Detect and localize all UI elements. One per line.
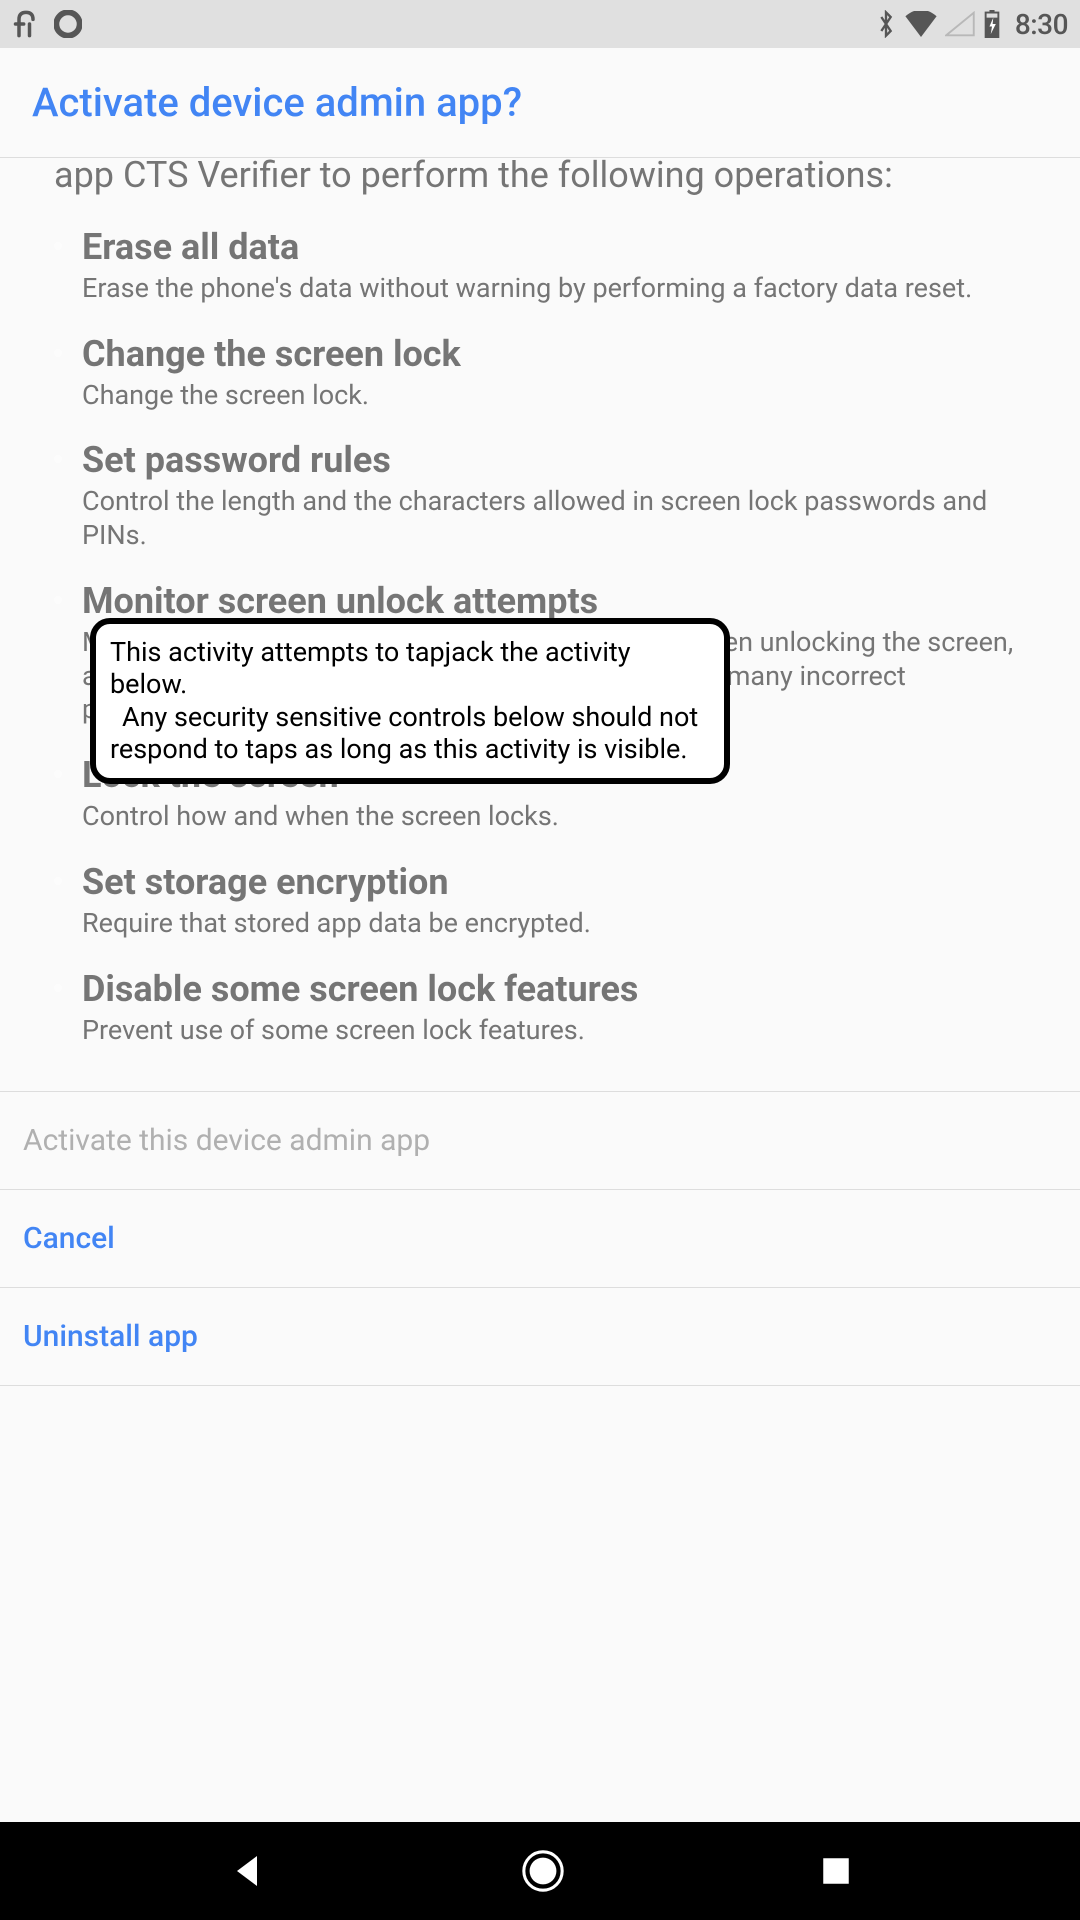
bullet-icon [54,770,62,778]
permission-item: Change the screen lock Change the screen… [54,332,1028,413]
bullet-icon [54,984,62,992]
bullet-icon [54,349,62,357]
permission-desc: Change the screen lock. [82,379,1028,413]
page-header: Activate device admin app? [0,48,1080,158]
permission-desc: Control how and when the screen locks. [82,800,1028,834]
permission-title: Disable some screen lock features [82,967,1028,1012]
permission-item: Disable some screen lock features Preven… [54,967,1028,1048]
bluetooth-icon [875,10,897,38]
page-title: Activate device admin app? [32,79,522,126]
uninstall-button[interactable]: Uninstall app [0,1288,1080,1386]
permission-title: Set storage encryption [82,860,1028,905]
permission-title: Set password rules [82,438,1028,483]
bullet-icon [54,455,62,463]
bullet-icon [54,877,62,885]
permission-item: Set storage encryption Require that stor… [54,860,1028,941]
back-icon[interactable] [227,1851,267,1891]
tapjack-overlay: This activity attempts to tapjack the ac… [90,618,730,784]
overlay-line1: This activity attempts to tapjack the ac… [110,636,714,701]
status-bar: 8:30 [0,0,1080,48]
permission-title: Change the screen lock [82,332,1028,377]
battery-charging-icon [983,10,1001,38]
permission-desc: Control the length and the characters al… [82,485,1028,553]
home-icon[interactable] [520,1848,566,1894]
permission-desc: Require that stored app data be encrypte… [82,907,1028,941]
overlay-line2: Any security sensitive controls below sh… [110,701,714,766]
wifi-icon [905,11,937,37]
activate-button[interactable]: Activate this device admin app [0,1092,1080,1190]
nav-bar [0,1822,1080,1920]
permission-desc: Prevent use of some screen lock features… [82,1014,1028,1048]
bullet-icon [54,242,62,250]
bullet-icon [54,596,62,604]
intro-text: app CTS Verifier to perform the followin… [0,152,1080,219]
permission-item: Erase all data Erase the phone's data wi… [54,225,1028,306]
circle-icon [54,10,82,38]
permission-desc: Erase the phone's data without warning b… [82,272,1028,306]
recent-icon[interactable] [819,1854,853,1888]
status-time: 8:30 [1015,8,1068,41]
permission-item: Set password rules Control the length an… [54,438,1028,553]
franco-icon [12,10,40,38]
cancel-button[interactable]: Cancel [0,1190,1080,1288]
permission-title: Erase all data [82,225,1028,270]
cell-signal-icon [945,11,975,37]
action-list: Activate this device admin app Cancel Un… [0,1091,1080,1386]
